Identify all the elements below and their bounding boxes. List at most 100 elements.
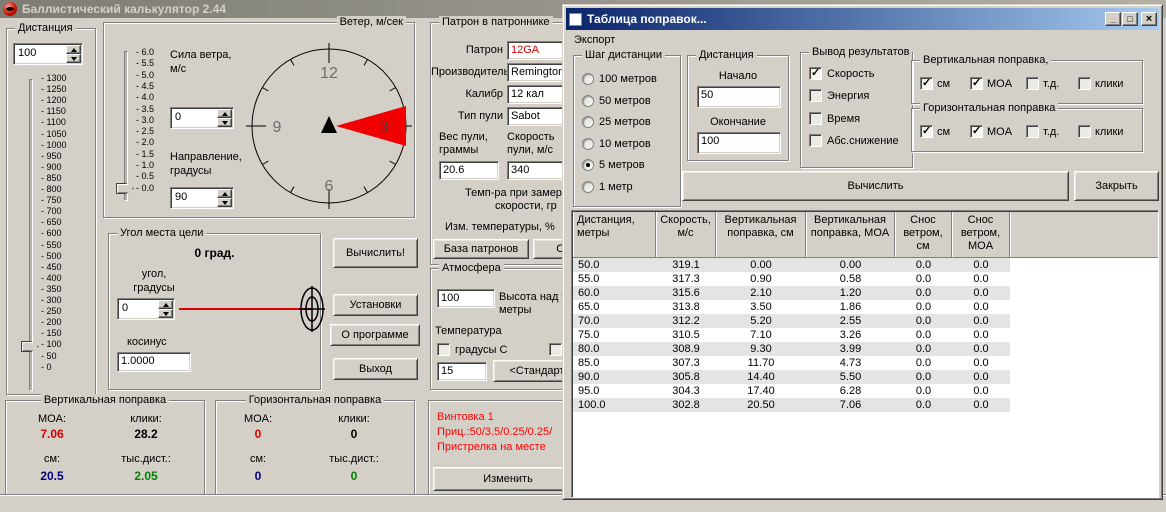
table-header-cell[interactable]: Вертикальная поправка, MOA bbox=[806, 212, 895, 257]
checkbox-unchecked-icon[interactable] bbox=[809, 134, 822, 147]
table-row[interactable]: 70.0312.25.202.550.00.0 bbox=[573, 314, 1010, 328]
distance-scale-tick: - 1250 bbox=[41, 84, 67, 94]
table-cell: 302.8 bbox=[656, 398, 716, 412]
minimize-button[interactable]: _ bbox=[1105, 12, 1121, 26]
about-button[interactable]: О программе bbox=[330, 324, 420, 346]
step-option[interactable]: 50 метров bbox=[582, 94, 651, 108]
temperature-field[interactable]: 15 bbox=[437, 362, 487, 381]
corrections-table[interactable]: Дистанция, метрыСкорость, м/сВертикальна… bbox=[571, 210, 1159, 498]
checkbox-checked-icon[interactable] bbox=[970, 77, 983, 90]
table-header-cell[interactable]: Скорость, м/с bbox=[656, 212, 716, 257]
step-option[interactable]: 100 метров bbox=[582, 72, 657, 86]
change-rifle-button[interactable]: Изменить bbox=[433, 467, 583, 491]
table-row[interactable]: 95.0304.317.406.280.00.0 bbox=[573, 384, 1010, 398]
table-cell: 307.3 bbox=[656, 356, 716, 370]
wind-direction-spin-up-icon[interactable] bbox=[217, 189, 232, 198]
dialog-close-button[interactable]: Закрыть bbox=[1074, 171, 1159, 201]
cartridge-db-button[interactable]: База патронов bbox=[433, 239, 529, 259]
bullet-speed-field[interactable]: 340 bbox=[507, 161, 567, 180]
wind-clock-dial[interactable]: 12 3 6 9 bbox=[244, 41, 414, 211]
table-cell: 20.50 bbox=[716, 398, 806, 412]
radio-unselected-icon[interactable] bbox=[582, 181, 594, 193]
altitude-field[interactable]: 100 bbox=[437, 289, 495, 308]
wind-scale-tick: - 5.5 bbox=[136, 58, 154, 68]
radio-unselected-icon[interactable] bbox=[582, 73, 594, 85]
celsius-checkbox[interactable] bbox=[437, 343, 450, 356]
table-row[interactable]: 50.0319.10.000.000.00.0 bbox=[573, 258, 1010, 272]
table-header-cell[interactable]: Снос ветром, MOA bbox=[952, 212, 1010, 257]
angle-label-1: угол, bbox=[119, 268, 189, 280]
step-option-label: 10 метров bbox=[599, 138, 651, 150]
table-cell: 80.0 bbox=[573, 342, 656, 356]
checkbox-unchecked-icon[interactable] bbox=[1078, 77, 1091, 90]
table-header-cell[interactable]: Снос ветром, см bbox=[895, 212, 952, 257]
distance-spin-down-icon[interactable] bbox=[66, 54, 81, 63]
table-cell: 50.0 bbox=[573, 258, 656, 272]
table-header-cell[interactable]: Дистанция, метры bbox=[573, 212, 656, 257]
table-row[interactable]: 55.0317.30.900.580.00.0 bbox=[573, 272, 1010, 286]
table-header-cell[interactable]: Вертикальная поправка, см bbox=[716, 212, 806, 257]
close-window-icon[interactable]: × bbox=[1141, 12, 1157, 26]
unit-option-label: клики bbox=[1095, 126, 1123, 138]
checkbox-unchecked-icon[interactable] bbox=[1026, 77, 1039, 90]
calculate-button[interactable]: Вычислить! bbox=[333, 238, 418, 268]
wind-force-spin-down-icon[interactable] bbox=[217, 118, 232, 127]
wind-force-spin-up-icon[interactable] bbox=[217, 109, 232, 118]
checkbox-checked-icon[interactable] bbox=[809, 67, 822, 80]
distance-scale: - 1300- 1250- 1200- 1150- 1100- 1050- 10… bbox=[41, 73, 93, 373]
checkbox-checked-icon[interactable] bbox=[920, 77, 933, 90]
maximize-button[interactable]: □ bbox=[1122, 12, 1138, 26]
range-start-field[interactable]: 50 bbox=[697, 86, 781, 108]
altitude-label-2: метры bbox=[499, 304, 531, 316]
table-row[interactable]: 90.0305.814.405.500.00.0 bbox=[573, 370, 1010, 384]
angle-spin-up-icon[interactable] bbox=[158, 300, 173, 309]
wind-group-title: Ветер, м/сек bbox=[337, 16, 406, 28]
table-row[interactable]: 85.0307.311.704.730.00.0 bbox=[573, 356, 1010, 370]
wind-slider-thumb[interactable] bbox=[116, 183, 134, 194]
wind-scale-tick: - 0.5 bbox=[136, 171, 154, 181]
checkbox-unchecked-icon[interactable] bbox=[809, 112, 822, 125]
step-option[interactable]: 1 метр bbox=[582, 180, 633, 194]
bullet-weight-field[interactable]: 20.6 bbox=[439, 161, 499, 180]
table-row[interactable]: 80.0308.99.303.990.00.0 bbox=[573, 342, 1010, 356]
horizontal-clicks-value: 0 bbox=[316, 427, 392, 441]
radio-unselected-icon[interactable] bbox=[582, 95, 594, 107]
distance-slider-thumb[interactable] bbox=[21, 341, 39, 352]
unit-option-label: см bbox=[937, 126, 950, 138]
distance-scale-tick: - 450 bbox=[41, 262, 62, 272]
step-option-label: 1 метр bbox=[599, 181, 633, 193]
checkbox-checked-icon[interactable] bbox=[920, 125, 933, 138]
checkbox-checked-icon[interactable] bbox=[970, 125, 983, 138]
step-option[interactable]: 5 метров bbox=[582, 158, 645, 172]
wind-scale-tick: - 5.0 bbox=[136, 70, 154, 80]
table-row[interactable]: 75.0310.57.103.260.00.0 bbox=[573, 328, 1010, 342]
menu-export[interactable]: Экспорт bbox=[568, 32, 621, 48]
radio-unselected-icon[interactable] bbox=[582, 116, 594, 128]
output-option-label: Абс.снижение bbox=[827, 135, 899, 147]
dialog-calculate-button[interactable]: Вычислить bbox=[682, 171, 1069, 201]
settings-button[interactable]: Установки bbox=[333, 294, 418, 316]
wind-direction-spin-down-icon[interactable] bbox=[217, 198, 232, 207]
distance-spin-up-icon[interactable] bbox=[66, 45, 81, 54]
bullet-speed-label-1: Скорость bbox=[507, 131, 555, 143]
table-row[interactable]: 65.0313.83.501.860.00.0 bbox=[573, 300, 1010, 314]
table-cell: 7.10 bbox=[716, 328, 806, 342]
table-cell: 1.20 bbox=[806, 286, 895, 300]
radio-unselected-icon[interactable] bbox=[582, 138, 594, 150]
step-option[interactable]: 25 метров bbox=[582, 115, 651, 129]
radio-selected-icon[interactable] bbox=[582, 159, 594, 171]
checkbox-unchecked-icon[interactable] bbox=[809, 89, 822, 102]
dialog-titlebar[interactable]: Таблица поправок... _ □ × bbox=[566, 8, 1159, 30]
checkbox-unchecked-icon[interactable] bbox=[1026, 125, 1039, 138]
angle-spin-down-icon[interactable] bbox=[158, 309, 173, 318]
step-option[interactable]: 10 метров bbox=[582, 137, 651, 151]
range-end-field[interactable]: 100 bbox=[697, 132, 781, 154]
table-row[interactable]: 60.0315.62.101.200.00.0 bbox=[573, 286, 1010, 300]
fahrenheit-checkbox[interactable] bbox=[549, 343, 562, 356]
table-cell: 95.0 bbox=[573, 384, 656, 398]
table-row[interactable]: 100.0302.820.507.060.00.0 bbox=[573, 398, 1010, 412]
checkbox-unchecked-icon[interactable] bbox=[1078, 125, 1091, 138]
wind-slider-track[interactable] bbox=[124, 51, 128, 201]
exit-button[interactable]: Выход bbox=[333, 358, 418, 380]
table-cell: 317.3 bbox=[656, 272, 716, 286]
